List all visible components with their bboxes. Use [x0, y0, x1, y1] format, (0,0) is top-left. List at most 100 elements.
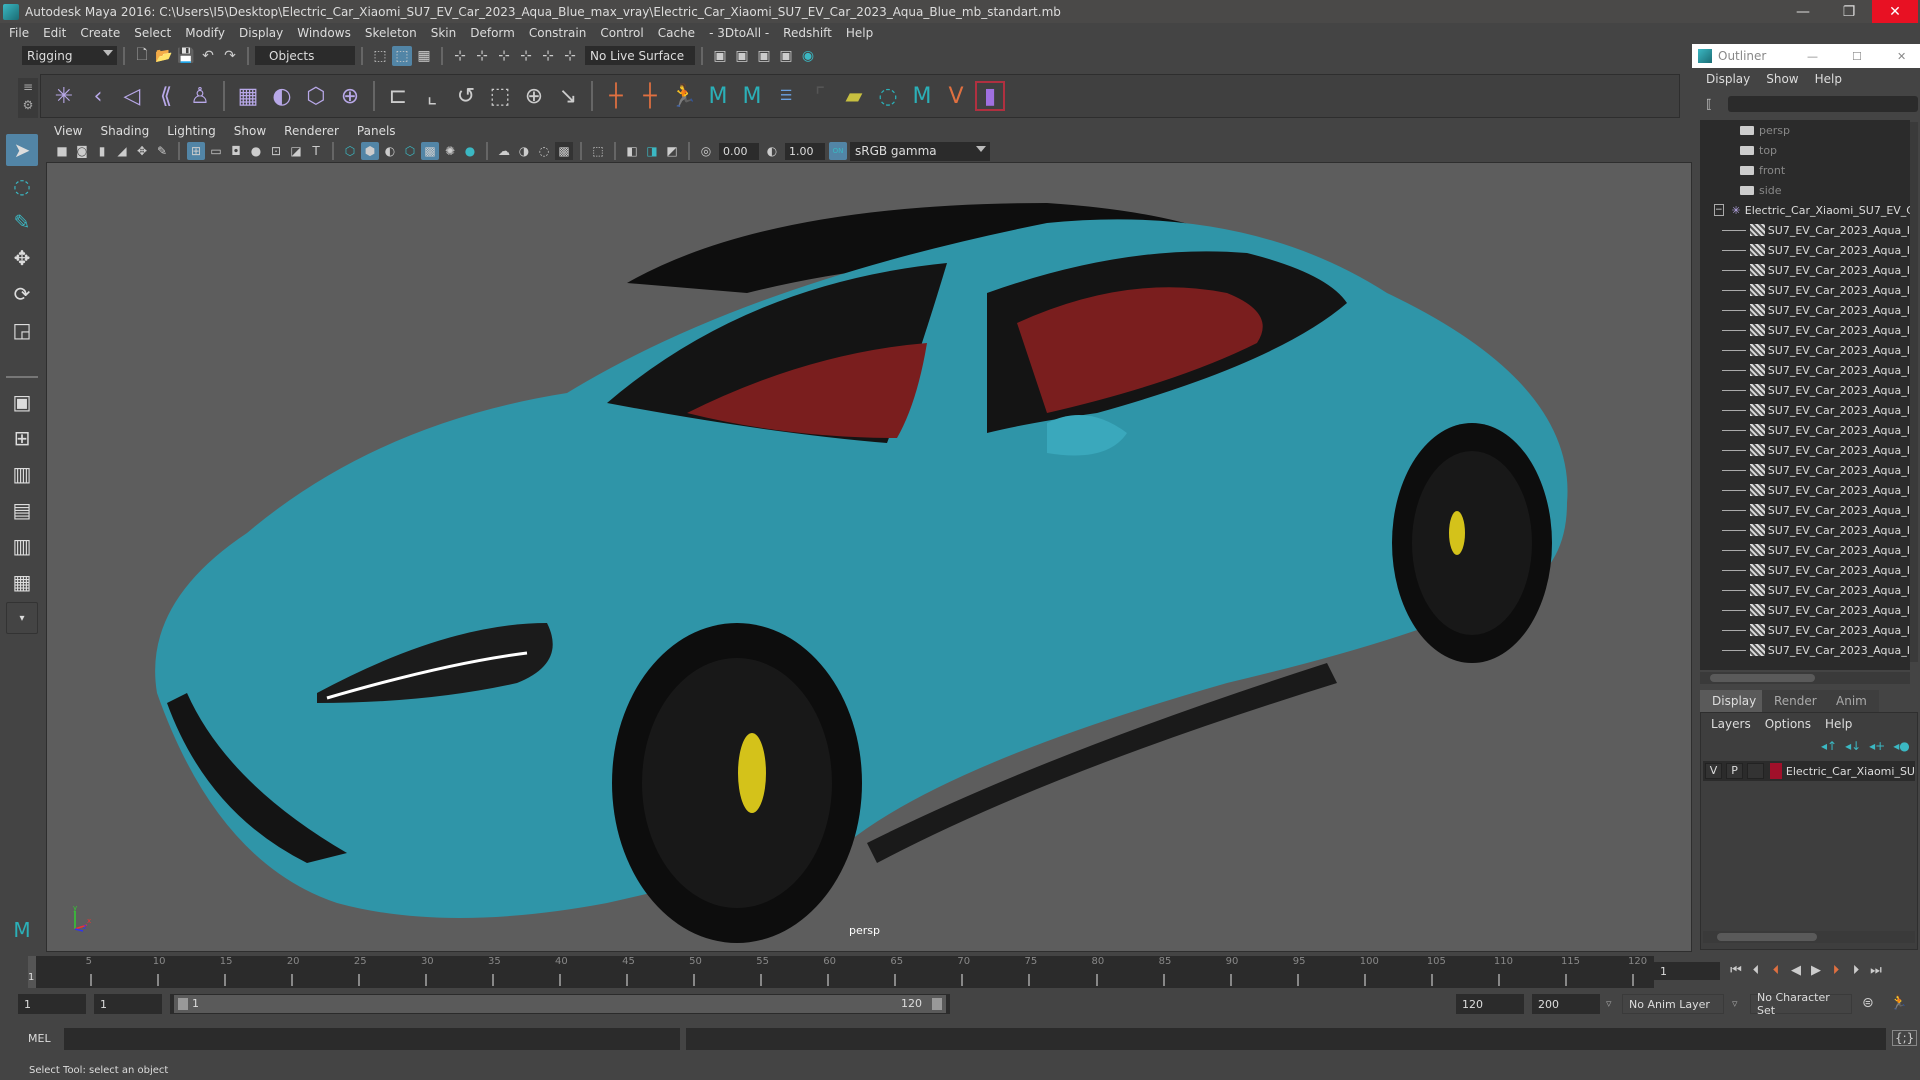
pole-vector-icon[interactable]: ↘	[553, 81, 583, 111]
outliner-item-mesh[interactable]: SU7_EV_Car_2023_Aqua_I	[1700, 540, 1910, 560]
lattice-icon[interactable]: ⬡	[301, 81, 331, 111]
outliner-menu-help[interactable]: Help	[1815, 72, 1842, 86]
hud-icon[interactable]: ◩	[663, 142, 681, 160]
polygon-vertex-icon[interactable]: V	[941, 81, 971, 111]
xray-active-icon[interactable]: ◨	[643, 142, 661, 160]
scene-end-field[interactable]: 200	[1532, 994, 1600, 1014]
depth-of-field-icon[interactable]: ▩	[555, 142, 573, 160]
single-perspective-layout-icon[interactable]: ▣	[6, 386, 38, 418]
viewport-menu-lighting[interactable]: Lighting	[167, 124, 216, 138]
snap-plane-icon[interactable]: ⊹	[560, 46, 580, 66]
auto-key-icon[interactable]: ⊜	[1862, 995, 1874, 1011]
outliner-item-mesh[interactable]: SU7_EV_Car_2023_Aqua_I	[1700, 220, 1910, 240]
paint-select-tool-icon[interactable]: ✎	[6, 206, 38, 238]
shadows-icon[interactable]: ●	[461, 142, 479, 160]
outliner-item-mesh[interactable]: SU7_EV_Car_2023_Aqua_I	[1700, 360, 1910, 380]
select-object-icon[interactable]: ⬚	[392, 45, 412, 66]
script-editor-icon[interactable]: {;}	[1892, 1030, 1918, 1046]
step-forward-key-icon[interactable]: ⏵	[1846, 960, 1866, 980]
smooth-bind-icon[interactable]: ◐	[267, 81, 297, 111]
menu-file[interactable]: File	[9, 26, 29, 40]
outliner-list-icon[interactable]: ☰	[771, 81, 801, 111]
ik-spline-icon[interactable]: ◁	[117, 81, 147, 111]
outliner-search-field[interactable]	[1728, 96, 1918, 112]
outliner-item-mesh[interactable]: SU7_EV_Car_2023_Aqua_I	[1700, 400, 1910, 420]
smooth-shade-icon[interactable]: ⬢	[361, 142, 379, 160]
select-component-icon[interactable]: ▦	[414, 46, 434, 66]
step-forward-frame-icon[interactable]: ⏵	[1826, 960, 1846, 980]
paint-weights-icon[interactable]: ▦	[233, 81, 263, 111]
menu-display[interactable]: Display	[239, 26, 283, 40]
outliner-horizontal-scrollbar[interactable]	[1700, 672, 1910, 684]
close-button[interactable]: ✕	[1872, 0, 1918, 23]
menu-skeleton[interactable]: Skeleton	[365, 26, 417, 40]
outliner-item-mesh[interactable]: SU7_EV_Car_2023_Aqua_I	[1700, 300, 1910, 320]
step-back-key-icon[interactable]: ⏴	[1746, 960, 1766, 980]
snap-grid-icon[interactable]: ⊹	[450, 46, 470, 66]
outliner-maximize-button[interactable]: ☐	[1852, 50, 1862, 63]
motion-blur-icon[interactable]: ◑	[515, 142, 533, 160]
view-transform-dropdown[interactable]: sRGB gamma	[850, 141, 990, 161]
outliner-item-camera[interactable]: front	[1700, 160, 1910, 180]
exposure-icon[interactable]: ◎	[697, 142, 715, 160]
go-to-start-icon[interactable]: ⏮	[1726, 960, 1746, 980]
anim-layer-dropdown[interactable]: No Anim Layer	[1622, 994, 1724, 1014]
humanik-icon[interactable]: ♙	[185, 81, 215, 111]
primitives-icon[interactable]: ▮	[975, 81, 1005, 111]
snap-point-icon[interactable]: ⊹	[494, 46, 514, 66]
select-hierarchy-icon[interactable]: ⬚	[370, 46, 390, 66]
aim-constraint-icon[interactable]: ⊕	[519, 81, 549, 111]
command-input[interactable]	[64, 1028, 680, 1050]
joint-tool-icon[interactable]: ✳	[49, 81, 79, 111]
chevron-down-icon[interactable]: ▿	[1606, 997, 1612, 1010]
outliner-item-mesh[interactable]: SU7_EV_Car_2023_Aqua_I	[1700, 240, 1910, 260]
play-forwards-icon[interactable]: ▶	[1806, 960, 1826, 980]
minimize-button[interactable]: —	[1780, 0, 1826, 23]
locator-icon[interactable]: ┼	[601, 81, 631, 111]
wireframe-on-shaded-icon[interactable]: ◐	[381, 142, 399, 160]
camera-attrs-icon[interactable]: ◙	[73, 142, 91, 160]
outliner-item-camera[interactable]: side	[1700, 180, 1910, 200]
point-constraint-icon[interactable]: ⌞	[417, 81, 447, 111]
display-layer-icon[interactable]: ▰	[839, 81, 869, 111]
menu-constrain[interactable]: Constrain	[529, 26, 587, 40]
layer-tab-render[interactable]: Render	[1762, 690, 1829, 712]
blank-shelf-icon[interactable]: ⌜	[805, 81, 835, 111]
scale-constraint-icon[interactable]: ⬚	[485, 81, 515, 111]
viewport-menu-panels[interactable]: Panels	[357, 124, 396, 138]
outliner-item-camera[interactable]: top	[1700, 140, 1910, 160]
menu-edit[interactable]: Edit	[43, 26, 66, 40]
menu-cache[interactable]: Cache	[658, 26, 695, 40]
orient-constraint-icon[interactable]: ↺	[451, 81, 481, 111]
render-settings-icon[interactable]: ▣	[776, 46, 796, 66]
viewport-menu-shading[interactable]: Shading	[100, 124, 149, 138]
camera-select-icon[interactable]: ■	[53, 142, 71, 160]
character-set-dropdown[interactable]: No Character Set	[1750, 991, 1852, 1017]
menu-select[interactable]: Select	[134, 26, 171, 40]
render-current-icon[interactable]: ▣	[732, 46, 752, 66]
layer-tab-anim[interactable]: Anim	[1824, 690, 1879, 712]
outliner-item-mesh[interactable]: SU7_EV_Car_2023_Aqua_I	[1700, 480, 1910, 500]
collapse-icon[interactable]: −	[1714, 204, 1724, 216]
gate-mask-icon[interactable]: ●	[247, 142, 265, 160]
rotate-tool-icon[interactable]: ⟳	[6, 278, 38, 310]
grid-icon[interactable]: ⊞	[187, 142, 205, 160]
outliner-item-mesh[interactable]: SU7_EV_Car_2023_Aqua_I	[1700, 260, 1910, 280]
more-layouts-icon[interactable]: ▾	[6, 602, 38, 634]
outliner-item-group[interactable]: − ✳ Electric_Car_Xiaomi_SU7_EV_C	[1700, 200, 1910, 220]
current-frame-field[interactable]: 1	[1654, 962, 1720, 980]
menu-deform[interactable]: Deform	[470, 26, 515, 40]
hik-character-icon[interactable]: 🏃	[669, 81, 699, 111]
hypershade-persp-layout-icon[interactable]: ▥	[6, 530, 38, 562]
skin-bind-icon[interactable]: ⟪	[151, 81, 181, 111]
custom-layout-icon[interactable]: ▦	[6, 566, 38, 598]
outliner-item-mesh[interactable]: SU7_EV_Car_2023_Aqua_I	[1700, 560, 1910, 580]
outliner-item-mesh[interactable]: SU7_EV_Car_2023_Aqua_I	[1700, 620, 1910, 640]
safe-action-icon[interactable]: ◪	[287, 142, 305, 160]
maya-logo-2-icon[interactable]: M	[737, 81, 767, 111]
step-back-frame-icon[interactable]: ⏴	[1766, 960, 1786, 980]
new-scene-icon[interactable]: 🗋	[132, 46, 152, 66]
layer-menu-options[interactable]: Options	[1765, 717, 1811, 731]
redo-icon[interactable]: ↷	[220, 46, 240, 66]
outliner-menu-display[interactable]: Display	[1706, 72, 1750, 86]
